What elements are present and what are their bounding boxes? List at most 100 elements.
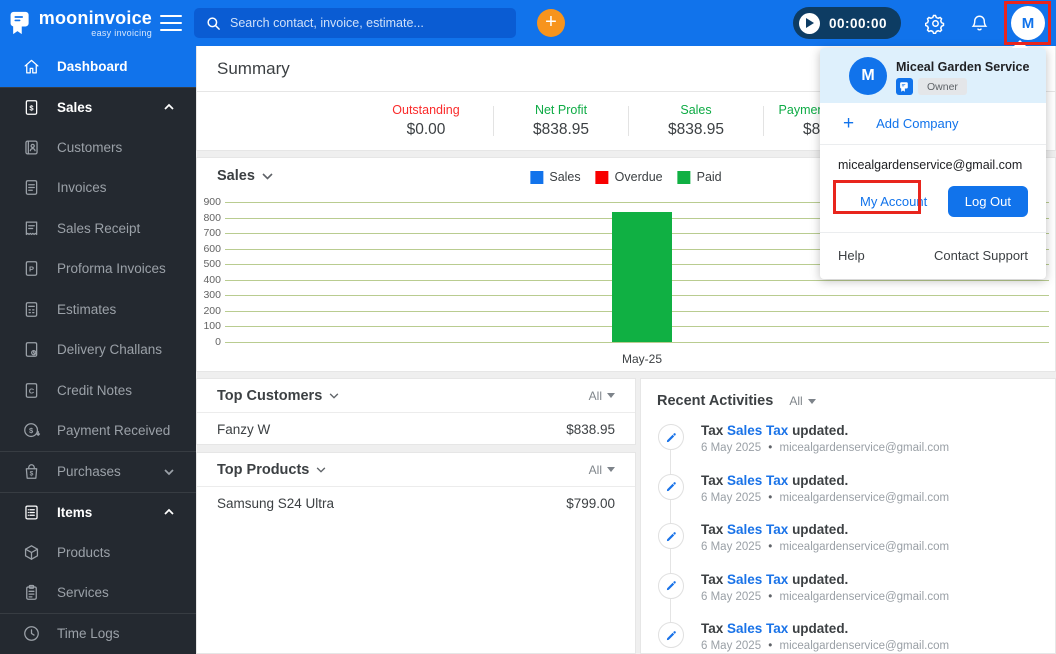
app-logo[interactable]: mooninvoice easy invoicing: [0, 7, 152, 39]
timer-value: 00:00:00: [828, 15, 887, 31]
sidebar-item-label: Products: [57, 544, 111, 560]
chevron-up-icon: [164, 104, 174, 111]
stat-label: Sales: [680, 103, 712, 117]
user-avatar[interactable]: M: [1011, 6, 1045, 40]
recent-activities-card: Recent Activities All Tax Sales Tax upda…: [640, 378, 1056, 654]
my-account-button[interactable]: My Account: [860, 194, 927, 209]
settings-gear-icon[interactable]: [925, 13, 946, 34]
customer-amount: $838.95: [566, 421, 615, 437]
activity-link[interactable]: Sales Tax: [727, 423, 788, 438]
chevron-down-icon[interactable]: [316, 466, 326, 473]
account-email: micealgardenservice@gmail.com: [838, 158, 1023, 172]
sidebar-item-label: Estimates: [57, 301, 117, 317]
chevron-down-icon[interactable]: [329, 392, 339, 399]
company-name: Miceal Garden Service: [896, 60, 1030, 74]
log-out-button[interactable]: Log Out: [947, 186, 1028, 217]
add-company-button[interactable]: + Add Company: [820, 103, 1046, 145]
sidebar-item-delivery-challans[interactable]: Delivery Challans: [0, 330, 196, 371]
activity-title: Tax Sales Tax updated.: [701, 522, 849, 537]
topbar: mooninvoice easy invoicing + 00:00:00: [0, 0, 1056, 46]
notifications-bell-icon[interactable]: [970, 13, 989, 33]
stat-value: $838.95: [667, 121, 725, 138]
legend-swatch: [595, 170, 609, 184]
bar-paid-May-25[interactable]: [612, 211, 672, 342]
dropdown-caret: [1012, 40, 1028, 48]
mooninvoice-badge-icon: [896, 78, 913, 95]
sidebar-item-label: Items: [57, 504, 93, 520]
sidebar-item-customers[interactable]: Customers: [0, 127, 196, 168]
top-product-row[interactable]: Samsung S24 Ultra $799.00: [197, 487, 635, 519]
activity-link[interactable]: Sales Tax: [727, 473, 788, 488]
edit-activity-icon: [658, 523, 684, 549]
sidebar-item-sales-receipt[interactable]: Sales Receipt: [0, 208, 196, 249]
sidebar-nav: Dashboard $ Sales Customers Invoices Sales Re…: [0, 46, 196, 654]
sidebar-item-dashboard[interactable]: Dashboard: [0, 46, 196, 87]
mooninvoice-logo-icon: [10, 11, 29, 35]
activity-title: Tax Sales Tax updated.: [701, 423, 849, 438]
hamburger-menu-icon[interactable]: [160, 15, 182, 31]
items-icon: [22, 503, 41, 522]
edit-activity-icon: [658, 473, 684, 500]
activity-title: Tax Sales Tax updated.: [701, 472, 849, 488]
payment-icon: $: [22, 421, 41, 440]
profile-dropdown: M Miceal Garden Service Owner + Add Comp…: [820, 40, 1046, 279]
sidebar-item-label: Invoices: [57, 180, 107, 196]
sidebar-item-label: Services: [57, 585, 109, 601]
legend-item-sales: Sales: [530, 170, 581, 184]
product-name: Samsung S24 Ultra: [217, 495, 335, 511]
sidebar-item-label: Sales Receipt: [57, 220, 141, 236]
contact-support-link[interactable]: Contact Support: [934, 248, 1028, 263]
sidebar-item-payment-received[interactable]: $ Payment Received: [0, 411, 196, 452]
sidebar-item-estimates[interactable]: Estimates: [0, 289, 196, 330]
estimate-icon: [22, 300, 41, 319]
sidebar-item-services[interactable]: Services: [0, 573, 196, 614]
sidebar-item-items[interactable]: Items: [0, 491, 196, 533]
legend-swatch: [677, 170, 691, 184]
activity-link[interactable]: Sales Tax: [727, 572, 788, 587]
sidebar-item-label: Payment Received: [57, 423, 171, 439]
activity-meta: 6 May 2025 • micealgardenservice@gmail.c…: [701, 442, 950, 454]
edit-activity-icon: [658, 424, 684, 450]
timer-widget[interactable]: 00:00:00: [792, 7, 901, 39]
quick-add-button[interactable]: +: [537, 9, 565, 37]
sidebar-item-label: Sales: [57, 99, 93, 115]
activity-title: Tax Sales Tax updated.: [701, 571, 849, 587]
svg-text:C: C: [29, 386, 35, 395]
search-input[interactable]: [230, 16, 516, 30]
activity-link[interactable]: Sales Tax: [727, 621, 788, 636]
sidebar-item-label: Credit Notes: [57, 382, 133, 398]
company-avatar: M: [849, 57, 887, 95]
sidebar-item-invoices[interactable]: Invoices: [0, 168, 196, 209]
activity-meta: 6 May 2025 • micealgardenservice@gmail.c…: [701, 541, 950, 553]
purchases-icon: $: [22, 462, 41, 481]
logo-tagline: easy invoicing: [91, 27, 152, 38]
play-icon[interactable]: [798, 12, 820, 34]
caret-down-icon: [607, 467, 615, 472]
top-customer-row[interactable]: Fanzy W $838.95: [197, 413, 635, 445]
activities-filter-dropdown[interactable]: All: [789, 394, 816, 408]
svg-text:$: $: [29, 426, 34, 435]
top-products-filter-dropdown[interactable]: All: [589, 463, 615, 477]
sidebar-item-purchases[interactable]: $ Purchases: [0, 451, 196, 492]
receipt-icon: [22, 219, 41, 238]
sales-doc-icon: $: [22, 98, 41, 117]
credit-note-icon: C: [22, 381, 41, 400]
help-link[interactable]: Help: [838, 248, 865, 263]
y-tick-label: 0: [215, 336, 221, 348]
sidebar-item-proforma-invoices[interactable]: P Proforma Invoices: [0, 249, 196, 290]
svg-text:$: $: [30, 471, 34, 478]
sidebar-item-sales[interactable]: $ Sales: [0, 86, 196, 128]
legend-swatch: [530, 170, 544, 184]
global-search[interactable]: [194, 8, 516, 38]
chevron-down-icon[interactable]: [262, 172, 273, 180]
sidebar-item-time-logs[interactable]: Time Logs: [0, 613, 196, 654]
stat-label: Net Profit: [534, 103, 588, 117]
logo-title: mooninvoice: [38, 7, 152, 28]
sidebar-item-products[interactable]: Products: [0, 532, 196, 573]
top-customers-title: Top Customers: [217, 388, 339, 404]
top-customers-filter-dropdown[interactable]: All: [589, 389, 615, 403]
stat-sales: Sales $838.95: [629, 103, 763, 139]
sidebar-item-credit-notes[interactable]: C Credit Notes: [0, 370, 196, 411]
activity-link[interactable]: Sales Tax: [727, 522, 788, 537]
plus-icon: +: [843, 113, 855, 134]
